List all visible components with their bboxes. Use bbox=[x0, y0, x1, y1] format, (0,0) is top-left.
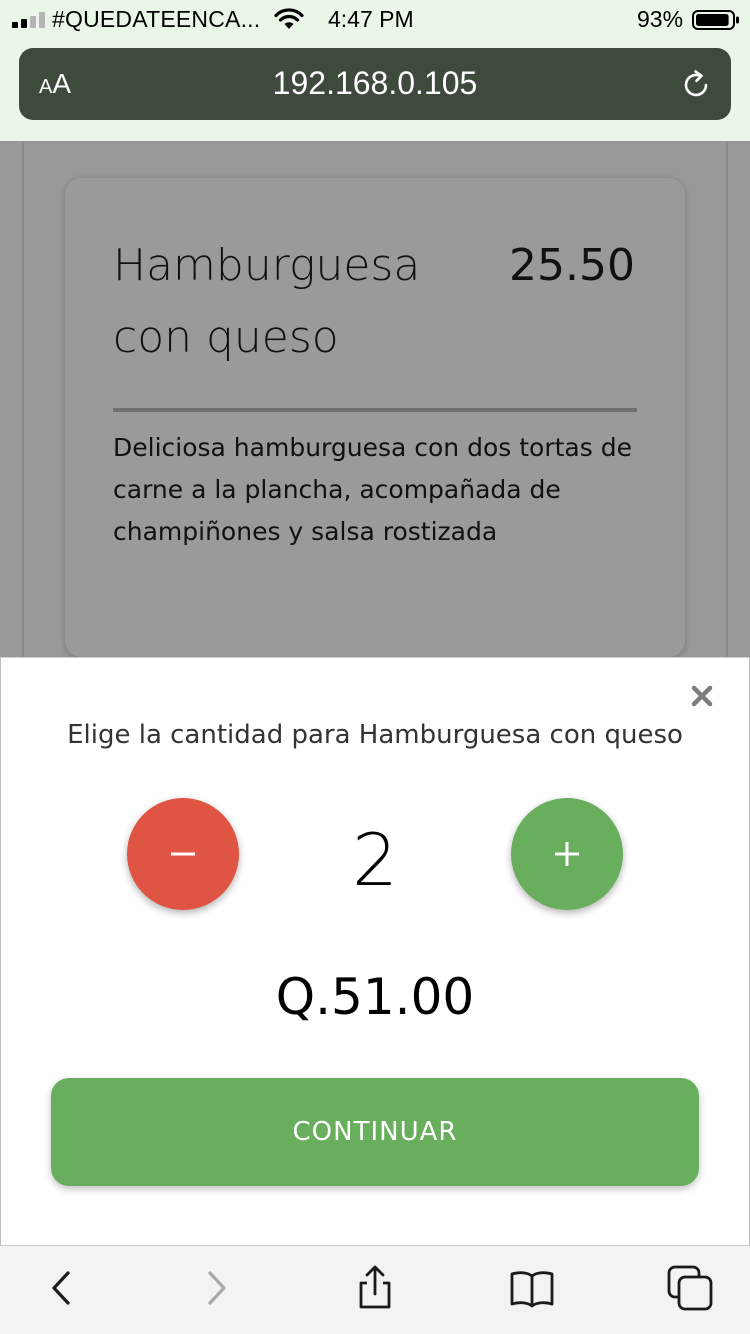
battery-level-fill bbox=[696, 14, 729, 26]
share-icon[interactable] bbox=[350, 1263, 400, 1313]
divider bbox=[113, 408, 637, 412]
address-bar[interactable]: AA 192.168.0.105 bbox=[19, 48, 731, 120]
plus-icon bbox=[555, 842, 579, 866]
product-title: Hamburguesa con queso bbox=[113, 240, 421, 363]
back-arrow-icon[interactable] bbox=[36, 1263, 86, 1313]
forward-arrow-icon[interactable] bbox=[192, 1263, 242, 1313]
product-price: 25.50 bbox=[509, 240, 635, 291]
url-text[interactable]: 192.168.0.105 bbox=[19, 65, 731, 102]
tabs-icon[interactable] bbox=[665, 1263, 715, 1313]
wifi-icon bbox=[274, 8, 304, 29]
decrement-button[interactable] bbox=[127, 798, 239, 910]
order-total: Q.51.00 bbox=[275, 968, 475, 1026]
battery-icon bbox=[692, 10, 739, 30]
close-icon[interactable] bbox=[690, 684, 714, 708]
status-bar: #QUEDATEENCA... 4:47 PM 93% bbox=[0, 0, 750, 40]
continue-button[interactable]: CONTINUAR bbox=[51, 1078, 699, 1186]
reload-icon[interactable] bbox=[679, 68, 713, 102]
quantity-prompt: Elige la cantidad para Hamburguesa con q… bbox=[67, 720, 683, 750]
battery-percent: 93% bbox=[637, 6, 684, 32]
product-description: Deliciosa hamburguesa con dos tortas de … bbox=[113, 433, 632, 546]
clock: 4:47 PM bbox=[328, 6, 414, 32]
increment-button[interactable] bbox=[511, 798, 623, 910]
bookmarks-icon[interactable] bbox=[507, 1263, 557, 1313]
minus-icon bbox=[171, 852, 195, 856]
signal-bars-icon bbox=[12, 12, 45, 28]
carrier-label: #QUEDATEENCA... bbox=[52, 6, 261, 32]
quantity-value: 2 bbox=[352, 818, 398, 902]
